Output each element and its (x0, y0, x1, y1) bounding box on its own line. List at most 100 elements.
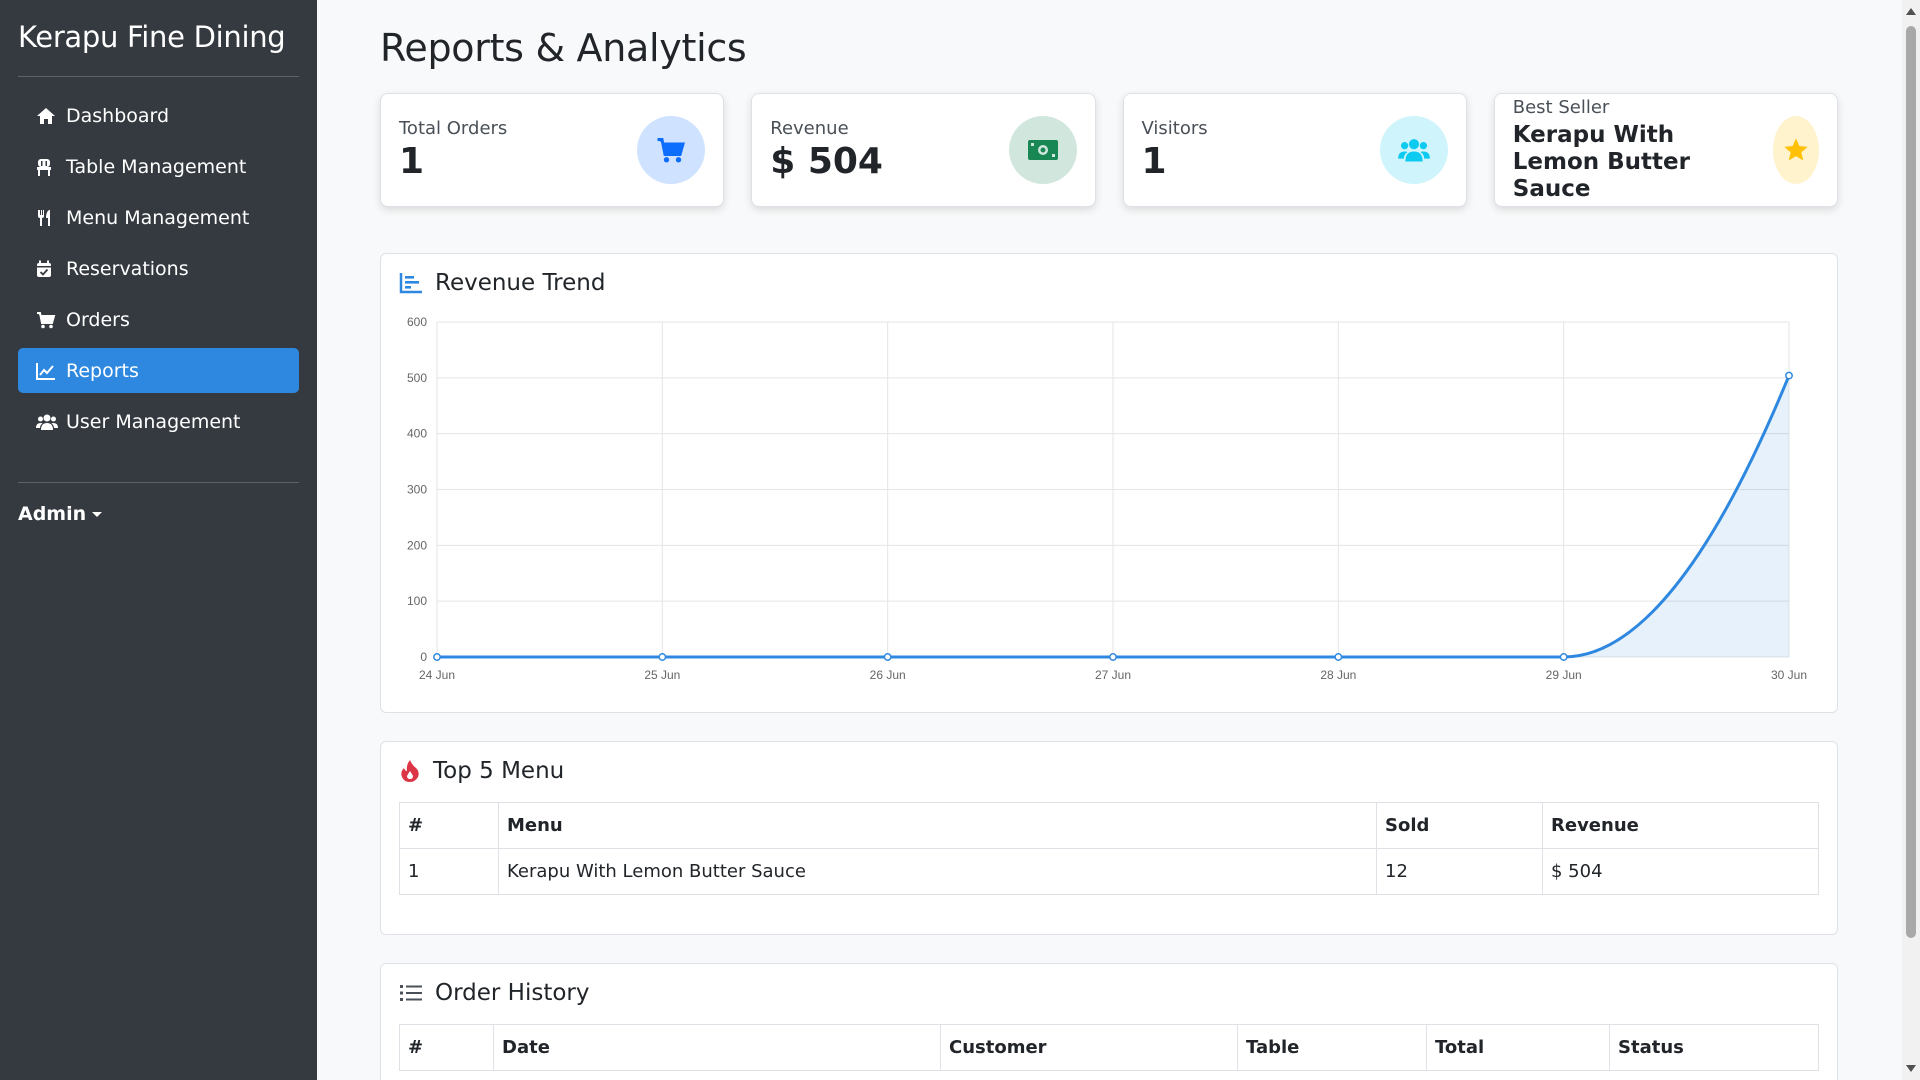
calendar-check-icon (36, 260, 62, 278)
cart-icon (637, 116, 706, 184)
y-tick-label: 500 (407, 371, 427, 385)
x-tick-label: 29 Jun (1546, 668, 1582, 682)
x-tick-label: 27 Jun (1095, 668, 1131, 682)
column-header[interactable]: Table (1237, 1024, 1427, 1071)
table-row[interactable]: 1 Kerapu With Lemon Butter Sauce 12 $ 50… (399, 848, 1819, 895)
y-tick-label: 100 (407, 594, 427, 608)
admin-dropdown[interactable]: Admin (18, 503, 299, 525)
sidebar: Kerapu Fine Dining Dashboard Table Manag… (0, 0, 317, 1080)
column-header[interactable]: Menu (498, 802, 1377, 849)
x-tick-label: 25 Jun (644, 668, 680, 682)
revenue-trend-title: Revenue Trend (435, 270, 606, 296)
sidebar-item-reservations[interactable]: Reservations (18, 246, 299, 291)
sidebar-item-label: User Management (66, 410, 241, 433)
total-orders-label: Total Orders (399, 118, 508, 139)
table-header-row: # Date Customer Table Total Status (399, 1024, 1819, 1071)
table-cell: Kerapu With Lemon Butter Sauce (498, 848, 1377, 895)
x-tick-label: 30 Jun (1771, 668, 1807, 682)
table-cell: $ 504 (1542, 848, 1819, 895)
best-seller-value: Kerapu With Lemon Butter Sauce (1512, 122, 1690, 202)
best-seller-label: Best Seller (1512, 97, 1610, 118)
visitors-card: Visitors 1 (1122, 93, 1467, 207)
column-header[interactable]: Total (1426, 1024, 1610, 1071)
table-cell: 1 (399, 848, 499, 895)
y-tick-label: 0 (420, 650, 427, 664)
column-header[interactable]: Revenue (1542, 802, 1819, 849)
scroll-thumb[interactable] (1906, 26, 1916, 938)
sidebar-item-user-management[interactable]: User Management (18, 399, 299, 444)
table-header-row: # Menu Sold Revenue (399, 802, 1819, 849)
main-content: Reports & Analytics Total Orders 1 Reven… (317, 0, 1902, 1080)
data-point (1334, 653, 1343, 661)
y-tick-label: 300 (407, 483, 427, 497)
home-icon (36, 107, 62, 125)
column-header[interactable]: Status (1609, 1024, 1819, 1071)
brand-title[interactable]: Kerapu Fine Dining (18, 18, 299, 77)
total-orders-value: 1 (399, 141, 425, 182)
data-point (658, 653, 667, 661)
sidebar-item-label: Dashboard (66, 104, 170, 127)
revenue-chart[interactable]: 0 100 200 300 400 500 600 24 Jun 25 Jun 26 Jun 27 … (399, 302, 1819, 697)
scroll-down-arrow-icon[interactable] (1906, 1065, 1916, 1072)
x-tick-label: 28 Jun (1320, 668, 1356, 682)
sidebar-divider (18, 482, 299, 483)
data-point (433, 653, 441, 661)
stat-cards: Total Orders 1 Revenue $ 504 Visitors 1 (380, 93, 1838, 207)
order-history-title: Order History (435, 980, 590, 1006)
page-scrollbar[interactable] (1902, 0, 1920, 1080)
chair-icon (36, 158, 62, 176)
y-tick-label: 200 (407, 538, 427, 552)
column-header[interactable]: # (399, 1024, 494, 1071)
sidebar-item-table-management[interactable]: Table Management (18, 144, 299, 189)
users-icon (36, 413, 62, 431)
column-header[interactable]: Customer (940, 1024, 1238, 1071)
sidebar-item-label: Reservations (66, 257, 189, 280)
data-point (1785, 371, 1793, 380)
sidebar-item-orders[interactable]: Orders (18, 297, 299, 342)
list-icon (400, 985, 422, 1001)
revenue-value: $ 504 (770, 141, 883, 182)
fire-icon (401, 760, 419, 782)
utensils-icon (36, 209, 62, 227)
top-menu-panel: Top 5 Menu # Menu Sold Revenue 1 Kerapu … (380, 741, 1838, 935)
order-history-panel: Order History # Date Customer Table Tota… (380, 963, 1838, 1080)
y-tick-label: 400 (407, 427, 427, 441)
sidebar-item-label: Orders (66, 308, 130, 331)
admin-label: Admin (18, 503, 87, 525)
column-header[interactable]: # (399, 802, 499, 849)
users-icon (1379, 116, 1448, 184)
x-tick-label: 24 Jun (419, 668, 455, 682)
sidebar-item-dashboard[interactable]: Dashboard (18, 93, 299, 138)
sidebar-item-label: Reports (66, 359, 139, 382)
caret-down-icon (92, 511, 103, 517)
scroll-up-arrow-icon[interactable] (1906, 8, 1916, 15)
cart-icon (36, 311, 62, 329)
order-history-table: # Date Customer Table Total Status (399, 1024, 1819, 1071)
data-point (883, 653, 892, 661)
data-point (1109, 653, 1117, 661)
column-header[interactable]: Date (493, 1024, 941, 1071)
column-header[interactable]: Sold (1376, 802, 1543, 849)
page-title: Reports & Analytics (380, 26, 747, 70)
y-tick-label: 600 (407, 315, 427, 329)
top-menu-table: # Menu Sold Revenue 1 Kerapu With Lemon … (399, 802, 1819, 895)
sidebar-item-menu-management[interactable]: Menu Management (18, 195, 299, 240)
revenue-trend-header: Revenue Trend (399, 270, 1819, 296)
table-cell: 12 (1376, 848, 1543, 895)
sidebar-item-reports[interactable]: Reports (18, 348, 299, 393)
top-menu-title: Top 5 Menu (433, 758, 565, 784)
top-menu-header: Top 5 Menu (399, 758, 1819, 784)
data-point (1559, 653, 1568, 661)
visitors-value: 1 (1141, 141, 1167, 182)
star-icon (1773, 116, 1819, 184)
revenue-trend-panel: Revenue Trend 0 100 200 300 400 500 600 24 Jun 2… (380, 253, 1838, 713)
sidebar-item-label: Table Management (66, 155, 247, 178)
sidebar-nav: Dashboard Table Management Menu Manageme… (18, 93, 299, 444)
chart-line-icon (36, 362, 62, 380)
chart-bar-icon (399, 273, 422, 294)
order-history-header: Order History (399, 980, 1819, 1006)
visitors-label: Visitors (1141, 118, 1208, 139)
x-tick-label: 26 Jun (870, 668, 906, 682)
sidebar-item-label: Menu Management (66, 206, 250, 229)
revenue-card: Revenue $ 504 (751, 93, 1096, 207)
